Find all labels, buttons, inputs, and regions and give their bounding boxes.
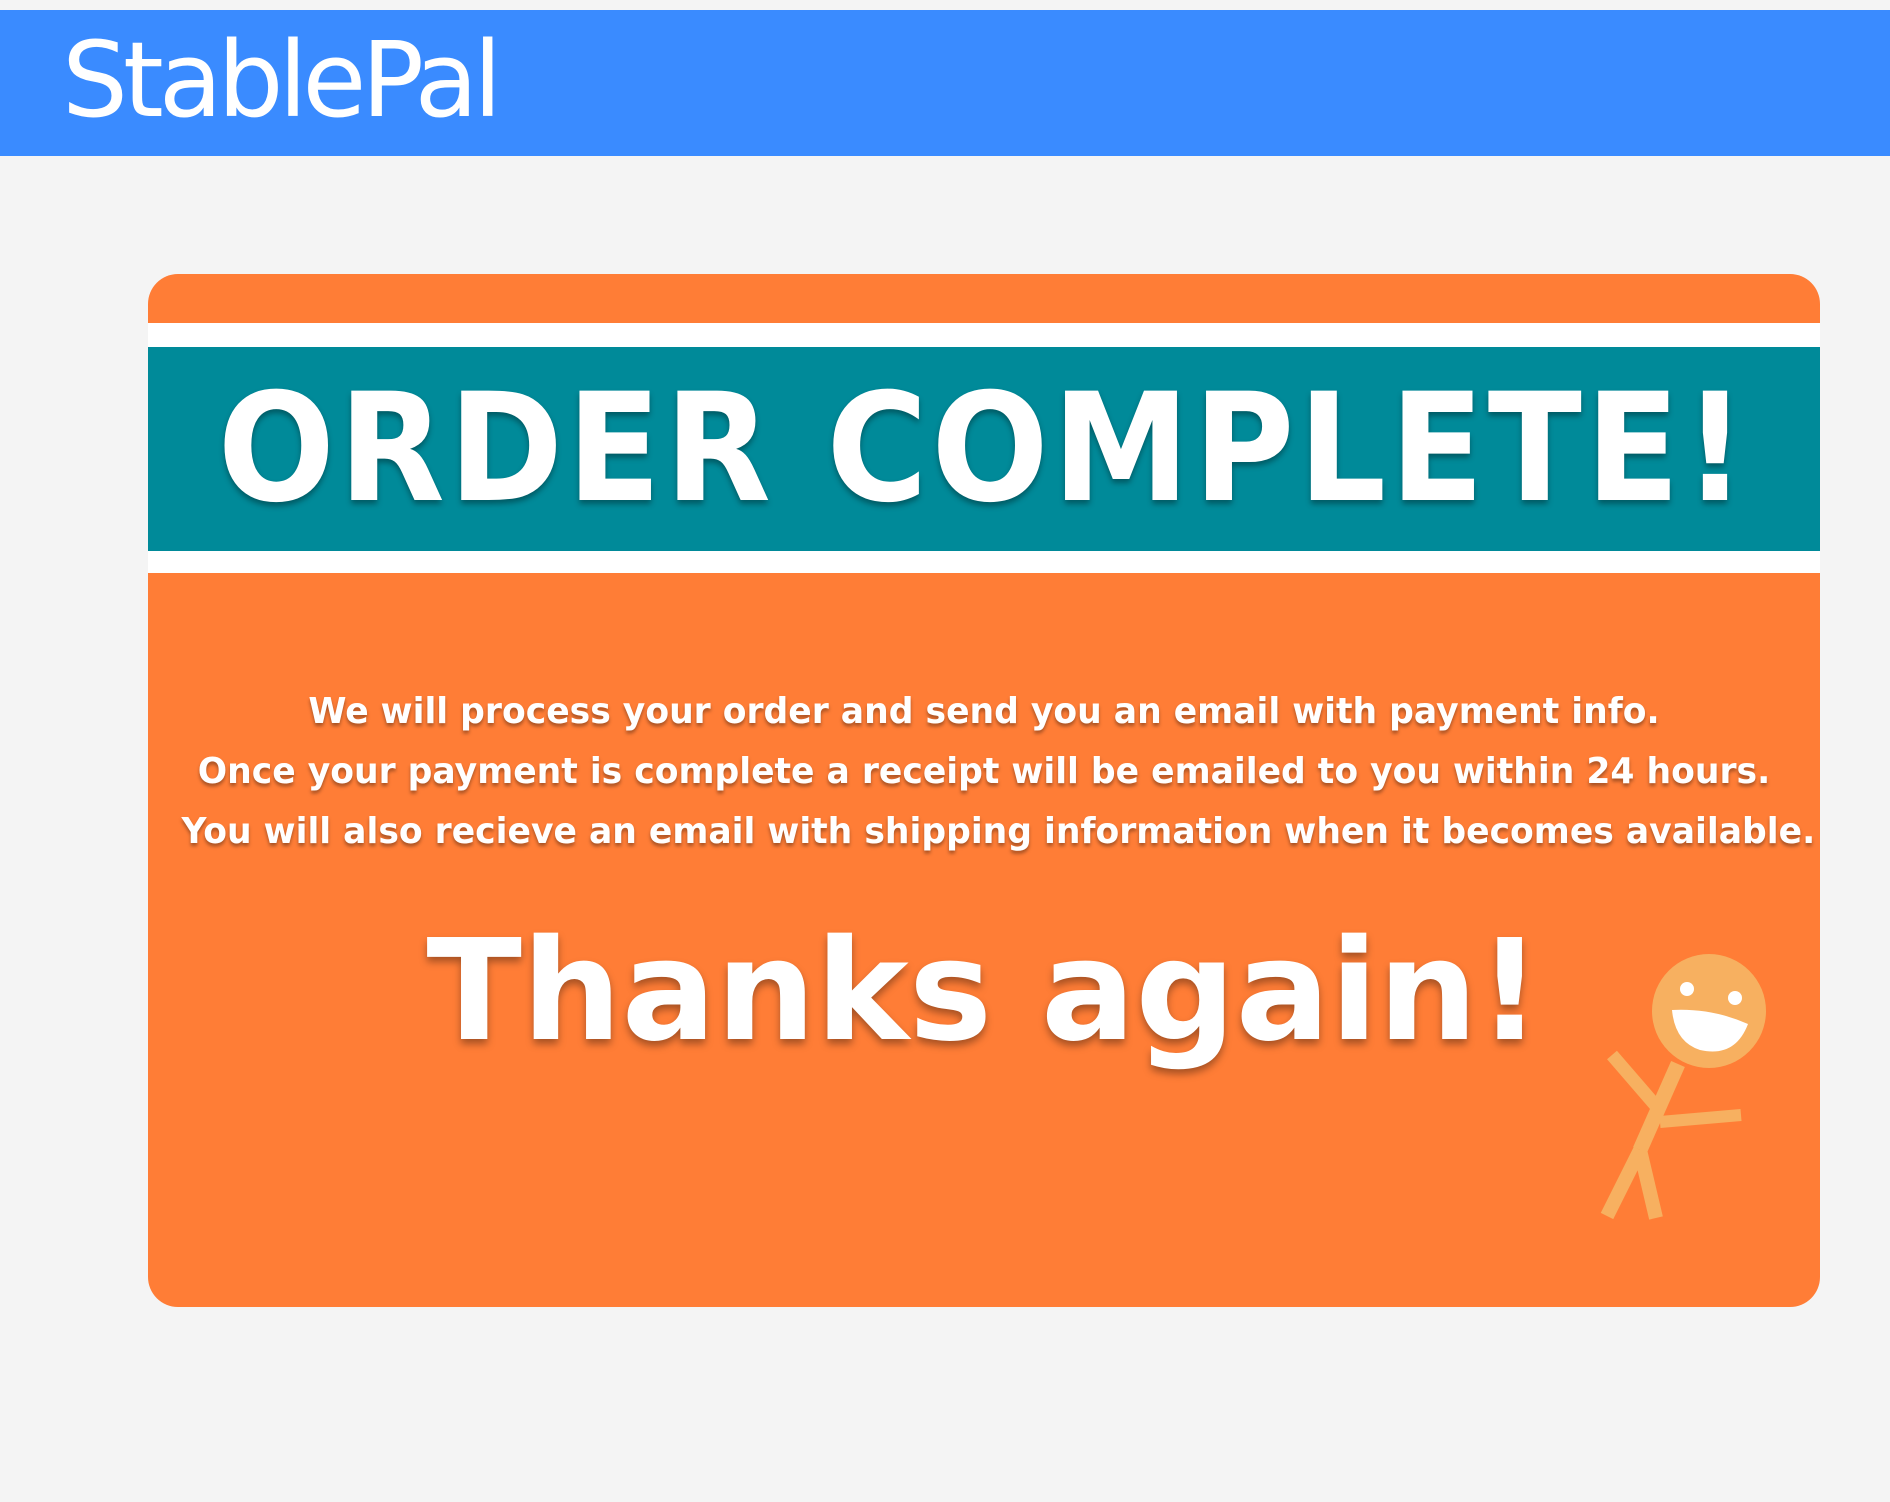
message-line-2: Once your payment is complete a receipt … <box>197 751 1771 792</box>
message-line-3: You will also recieve an email with ship… <box>181 811 1816 852</box>
order-complete-card: ORDER COMPLETE! We will process your ord… <box>148 274 1820 1307</box>
stablepal-logo[interactable]: StablePal <box>62 28 502 132</box>
headline-band: ORDER COMPLETE! <box>148 347 1820 551</box>
top-strip <box>0 0 1890 10</box>
confirmation-message: We will process your order and send you … <box>148 682 1820 862</box>
site-header: StablePal <box>0 10 1890 156</box>
happy-stick-figure-icon <box>1600 954 1766 1220</box>
message-line-1: We will process your order and send you … <box>308 691 1660 732</box>
page-title: ORDER COMPLETE! <box>217 362 1751 536</box>
